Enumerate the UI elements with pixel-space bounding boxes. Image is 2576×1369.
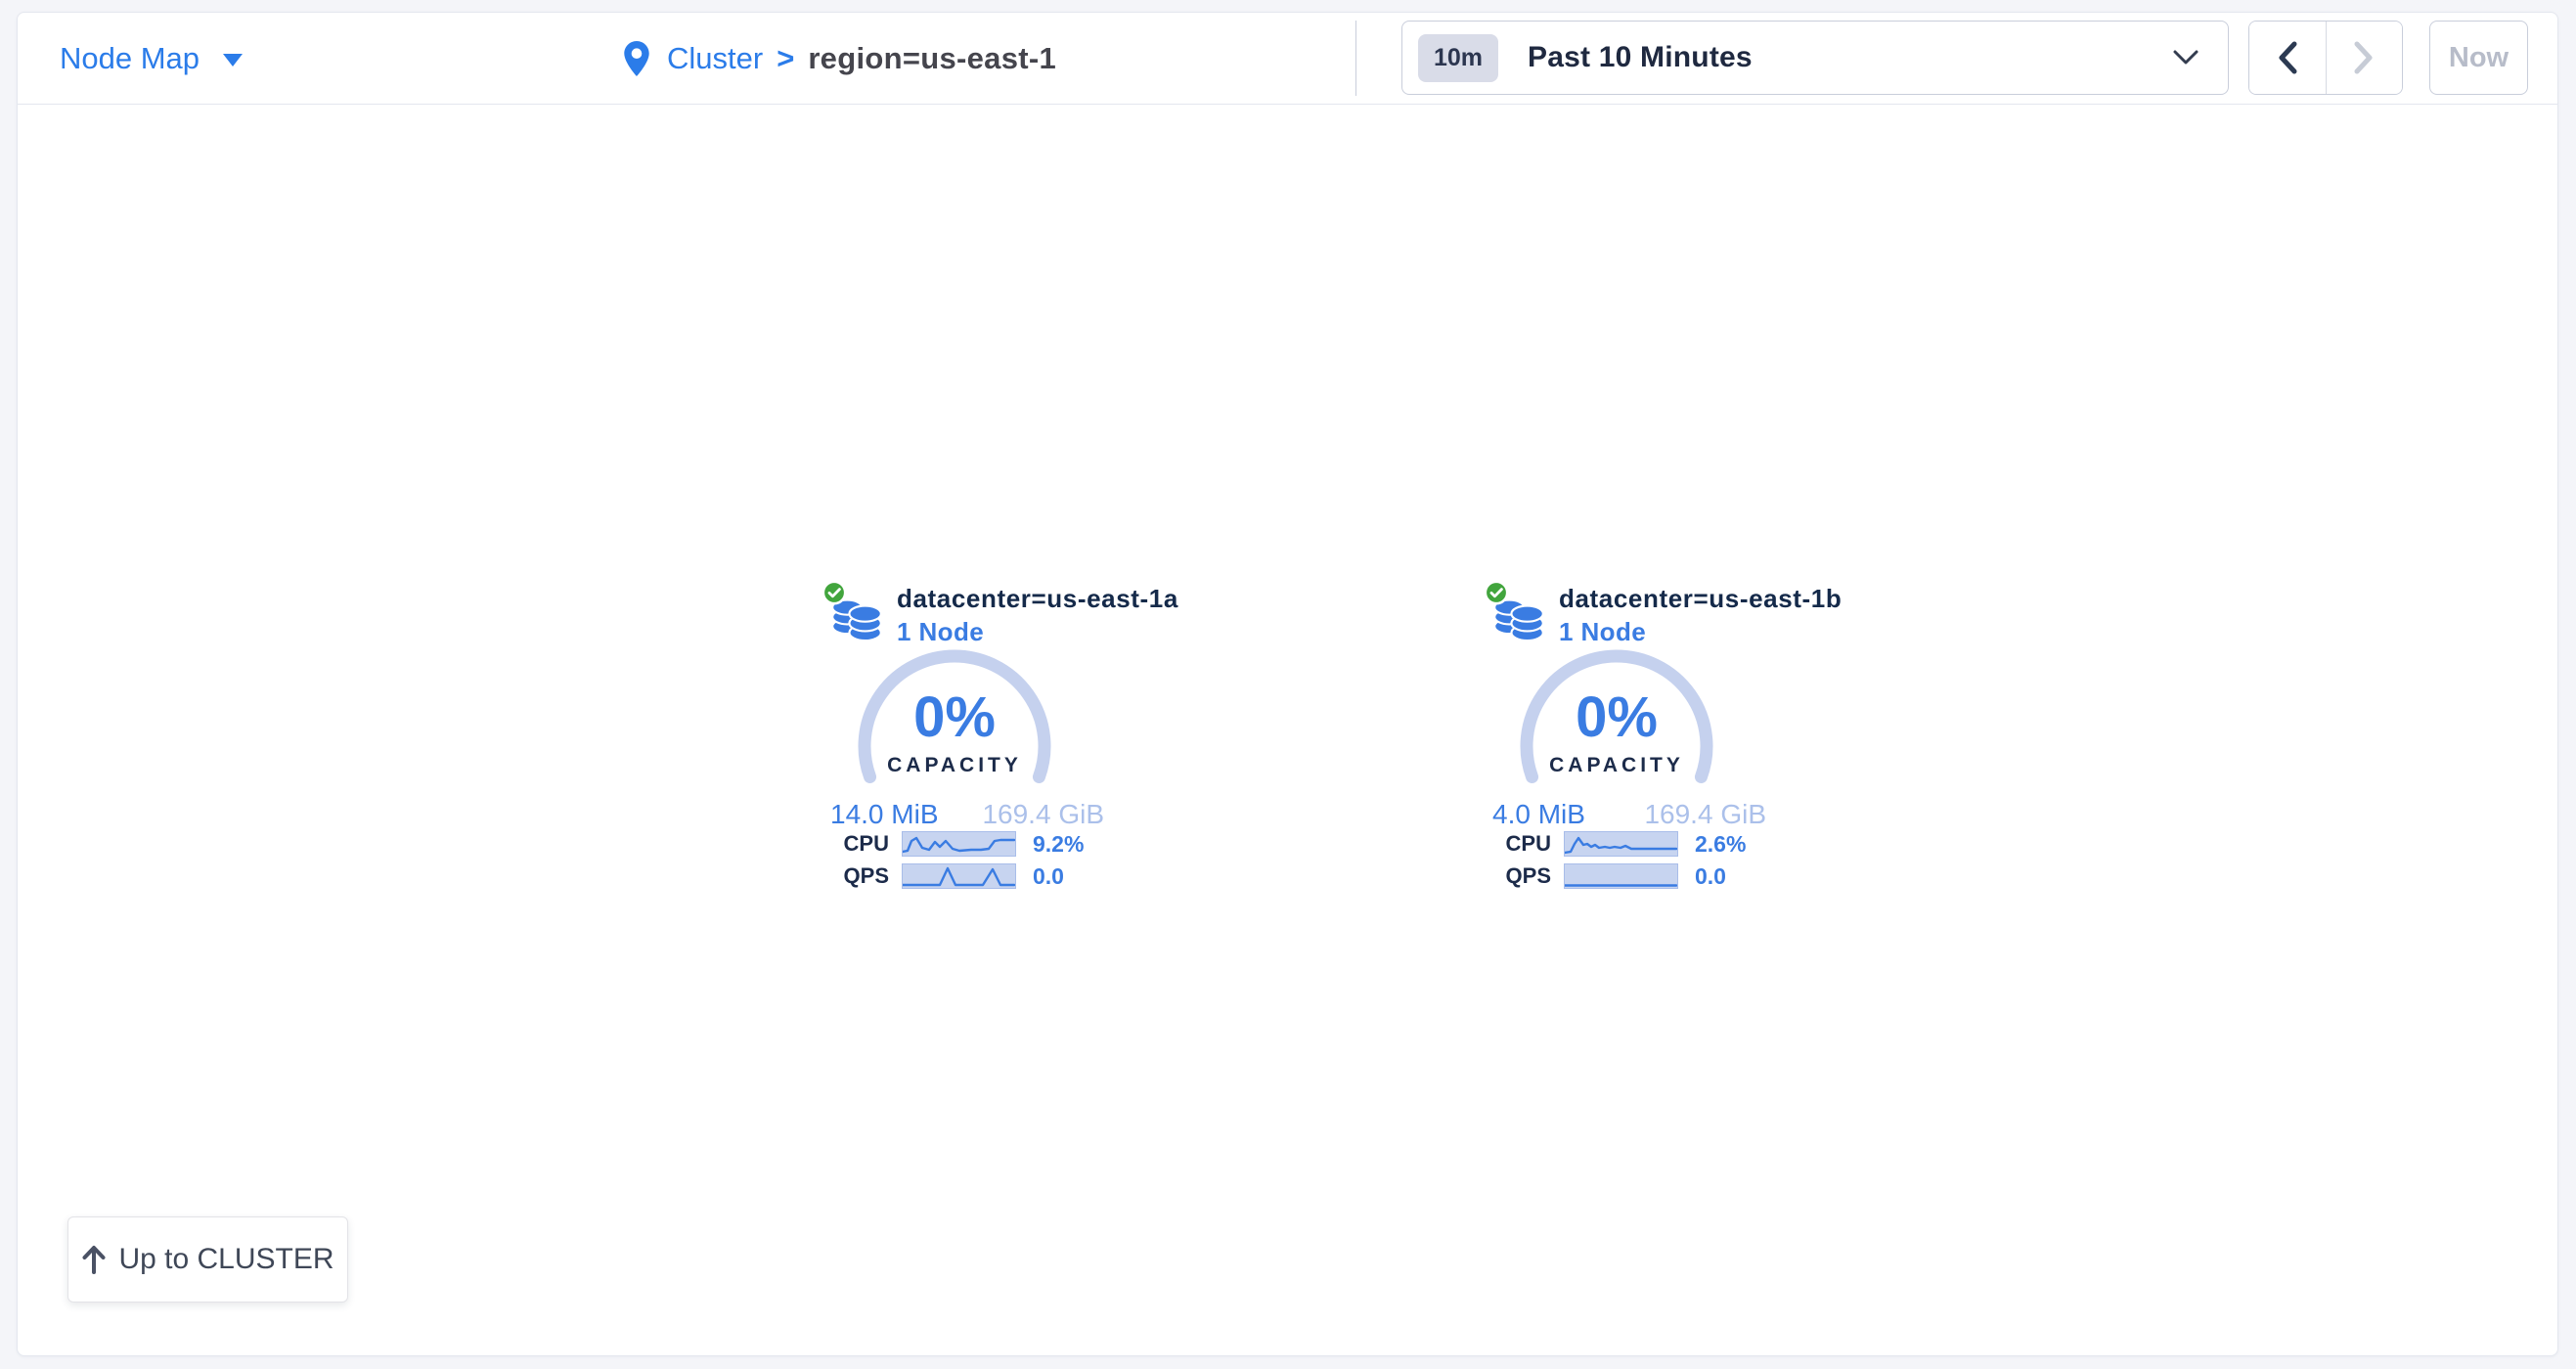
chevron-right-icon [2353, 41, 2375, 74]
cpu-label: CPU [821, 831, 889, 857]
capacity-total: 169.4 GiB [982, 799, 1104, 830]
check-circle-icon [1484, 580, 1509, 605]
breadcrumb-current: region=us-east-1 [808, 41, 1056, 76]
time-prev-button[interactable] [2249, 22, 2327, 94]
time-next-button[interactable] [2327, 22, 2403, 94]
locality-group-us-east-1b[interactable]: datacenter=us-east-1b 1 Node 0% CAPACITY… [1483, 576, 1903, 908]
capacity-percent: 0% [913, 689, 996, 746]
arrow-up-icon [81, 1245, 107, 1274]
time-range-badge: 10m [1418, 34, 1498, 82]
capacity-label: CAPACITY [1549, 754, 1684, 777]
qps-sparkline [1565, 864, 1677, 888]
locality-title: datacenter=us-east-1a [897, 584, 1178, 614]
capacity-gauge: 0% CAPACITY [1499, 640, 1734, 821]
chevron-left-icon [2277, 41, 2298, 74]
now-button[interactable]: Now [2429, 21, 2528, 95]
check-circle-icon [822, 580, 847, 605]
metric-rows: CPU 9.2% QPS 0.0 [821, 832, 1133, 888]
cpu-row: CPU 2.6% [1483, 832, 1796, 856]
locality-title: datacenter=us-east-1b [1559, 584, 1842, 614]
qps-row: QPS 0.0 [1483, 864, 1796, 888]
capacity-gauge: 0% CAPACITY [837, 640, 1072, 821]
up-to-cluster-button[interactable]: Up to CLUSTER [67, 1216, 348, 1303]
qps-value: 0.0 [1033, 863, 1064, 890]
capacity-percent: 0% [1576, 689, 1658, 746]
qps-row: QPS 0.0 [821, 864, 1133, 888]
cpu-sparkline [1565, 832, 1677, 856]
time-nav-group [2248, 21, 2403, 95]
breadcrumb-cluster-link[interactable]: Cluster [667, 41, 763, 76]
up-to-cluster-label: Up to CLUSTER [118, 1243, 333, 1276]
header-divider [1355, 21, 1356, 96]
cpu-row: CPU 9.2% [821, 832, 1133, 856]
capacity-range: 4.0 MiB 169.4 GiB [1492, 799, 1766, 830]
location-pin-icon [624, 41, 649, 76]
cpu-sparkline [903, 832, 1015, 856]
capacity-label: CAPACITY [887, 754, 1022, 777]
breadcrumb-separator: > [777, 41, 794, 76]
caret-down-icon [223, 54, 243, 66]
view-selector-dropdown[interactable]: Node Map [60, 13, 243, 104]
time-range-label: Past 10 Minutes [1528, 41, 1753, 74]
qps-value: 0.0 [1695, 863, 1726, 890]
header-bar: Node Map Cluster > region=us-east-1 10m … [18, 13, 2557, 105]
chevron-down-icon [2173, 50, 2198, 66]
metric-rows: CPU 2.6% QPS 0.0 [1483, 832, 1796, 888]
node-map-panel: Node Map Cluster > region=us-east-1 10m … [17, 12, 2558, 1356]
cpu-value: 2.6% [1695, 831, 1746, 858]
cpu-value: 9.2% [1033, 831, 1084, 858]
qps-label: QPS [821, 863, 889, 889]
view-selector-label: Node Map [60, 41, 200, 76]
capacity-used: 4.0 MiB [1492, 799, 1585, 830]
capacity-used: 14.0 MiB [830, 799, 939, 830]
locality-group-us-east-1a[interactable]: datacenter=us-east-1a 1 Node 0% CAPACITY… [821, 576, 1241, 908]
time-range-select[interactable]: 10m Past 10 Minutes [1401, 21, 2229, 95]
qps-sparkline [903, 864, 1015, 888]
capacity-total: 169.4 GiB [1644, 799, 1766, 830]
cpu-label: CPU [1483, 831, 1551, 857]
breadcrumb: Cluster > region=us-east-1 [624, 13, 1056, 104]
qps-label: QPS [1483, 863, 1551, 889]
capacity-range: 14.0 MiB 169.4 GiB [830, 799, 1104, 830]
